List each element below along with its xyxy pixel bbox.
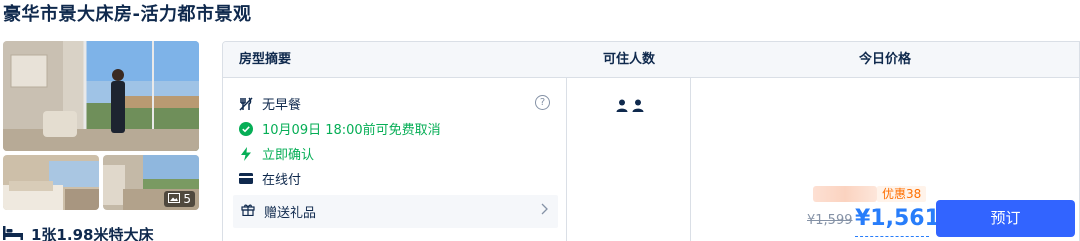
column-divider: [566, 78, 567, 241]
gift-icon: [241, 203, 255, 220]
chevron-right-icon: [541, 203, 548, 219]
feature-free-cancel[interactable]: 10月09日 18:00前可免费取消: [239, 119, 441, 138]
gift-label: 赠送礼品: [264, 206, 317, 221]
feature-payment-label: 在线付: [262, 173, 302, 188]
rate-table: 房型摘要 可住人数 今日价格 无早餐 ? 10月09日 18:00前可免费取消 …: [222, 41, 1080, 241]
room-thumbnail[interactable]: 5: [103, 155, 199, 210]
gift-row[interactable]: 赠送礼品: [233, 195, 558, 228]
person-icon: [616, 98, 628, 117]
room-main-photo[interactable]: [3, 41, 199, 151]
occupancy-guests: [616, 98, 644, 117]
person-icon: [632, 98, 644, 117]
price-details-underline: [855, 236, 929, 237]
check-circle-icon: [239, 121, 253, 136]
photo-count-value: 5: [183, 192, 191, 206]
photo-count-badge: 5: [164, 191, 195, 207]
original-price: ¥1,599: [807, 213, 853, 228]
promo-discount-tag: 优惠38: [877, 186, 927, 202]
feature-instant-confirm-label: 立即确认: [262, 148, 315, 163]
header-occupancy: 可住人数: [602, 52, 655, 67]
header-room-summary: 房型摘要: [239, 52, 292, 67]
feature-instant-confirm: 立即确认: [239, 144, 314, 163]
credit-card-icon: [239, 172, 253, 186]
room-thumbnail[interactable]: [3, 155, 99, 210]
room-title: 豪华市景大床房-活力都市景观: [3, 4, 252, 25]
no-breakfast-icon: [239, 96, 253, 111]
rate-table-header: 房型摘要 可住人数 今日价格: [223, 42, 1079, 78]
book-button[interactable]: 预订: [936, 200, 1075, 237]
feature-breakfast: 无早餐: [239, 94, 301, 113]
feature-payment: 在线付: [239, 169, 301, 188]
bed-description: 1张1.98米特大床: [31, 226, 154, 241]
room-thumbnail-image: [3, 155, 99, 210]
bed-icon: [3, 225, 23, 241]
bed-info: 1张1.98米特大床: [3, 224, 153, 241]
header-price: 今日价格: [858, 52, 911, 67]
image-icon: [168, 192, 181, 206]
feature-breakfast-label: 无早餐: [262, 98, 302, 113]
promo-blurred-label: [813, 186, 877, 202]
feature-free-cancel-label: 10月09日 18:00前可免费取消: [262, 123, 441, 138]
help-icon[interactable]: ?: [535, 95, 550, 110]
room-photo-image: [3, 41, 199, 151]
current-price[interactable]: ¥1,561: [855, 206, 940, 231]
column-divider: [690, 78, 691, 241]
lightning-icon: [239, 146, 253, 161]
